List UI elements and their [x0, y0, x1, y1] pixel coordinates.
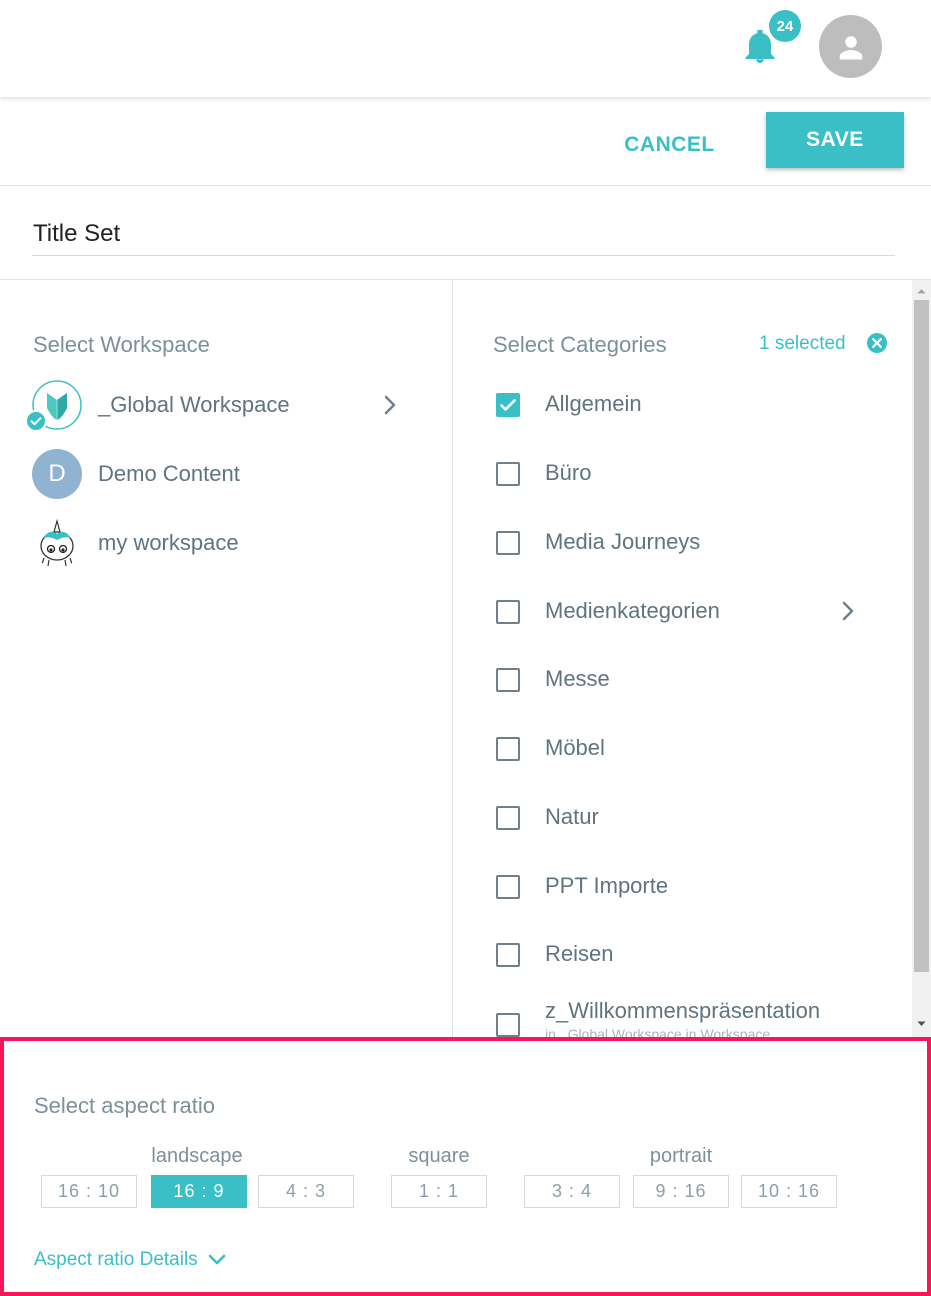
user-avatar[interactable]: [819, 15, 882, 78]
chevron-right-icon[interactable]: [380, 393, 400, 417]
checkbox[interactable]: [496, 531, 520, 555]
workspace-label: my workspace: [98, 530, 239, 555]
category-item[interactable]: Allgemein: [494, 388, 874, 428]
checkbox[interactable]: [496, 668, 520, 692]
selected-count: 1 selected: [759, 333, 846, 354]
workspace-panel: Select Workspace _Global Workspace D Dem…: [0, 280, 453, 1037]
workspace-heading: Select Workspace: [33, 332, 210, 357]
portrait-group-label: portrait: [649, 1145, 713, 1167]
title-section: [0, 186, 931, 280]
cancel-button[interactable]: CANCEL: [612, 125, 727, 165]
category-item[interactable]: Reisen: [494, 938, 874, 978]
notification-badge[interactable]: 24: [769, 10, 801, 42]
ratio-button-4-3[interactable]: 4 : 3: [258, 1175, 354, 1208]
square-group-label: square: [408, 1145, 470, 1167]
checkbox[interactable]: [496, 737, 520, 761]
category-item[interactable]: Natur: [494, 801, 874, 841]
workspace-item-global[interactable]: _Global Workspace: [25, 380, 412, 432]
chevron-down-icon[interactable]: [208, 1252, 226, 1268]
ratio-button-1-1[interactable]: 1 : 1: [391, 1175, 487, 1208]
checkbox[interactable]: [496, 1013, 520, 1037]
category-item[interactable]: Medienkategorien: [494, 595, 874, 635]
category-label: Möbel: [545, 735, 605, 760]
category-label: Medienkategorien: [545, 598, 720, 623]
workspace-item-my[interactable]: my workspace: [32, 518, 412, 570]
category-label: Büro: [545, 460, 592, 485]
checkmark-icon: [500, 399, 516, 411]
scrollbar[interactable]: [912, 280, 931, 1037]
scroll-down-arrow-icon[interactable]: [912, 1017, 931, 1031]
bell-icon[interactable]: [745, 30, 775, 64]
checkbox[interactable]: [496, 462, 520, 486]
workspace-letter-avatar: D: [32, 449, 82, 499]
workspace-label: _Global Workspace: [98, 392, 290, 417]
ratio-button-16-9[interactable]: 16 : 9: [151, 1175, 247, 1208]
checkbox[interactable]: [496, 943, 520, 967]
aspect-ratio-panel: Select aspect ratio landscape square por…: [0, 1037, 931, 1296]
aspect-ratio-heading: Select aspect ratio: [34, 1093, 215, 1118]
category-label: Natur: [545, 804, 599, 829]
category-heading: Select Categories: [493, 332, 667, 357]
category-item[interactable]: Media Journeys: [494, 526, 874, 566]
category-label: Allgemein: [545, 391, 642, 416]
title-input[interactable]: [32, 212, 895, 256]
category-item[interactable]: Büro: [494, 457, 874, 497]
checkbox[interactable]: [496, 806, 520, 830]
top-bar: 24: [0, 0, 931, 97]
save-button[interactable]: SAVE: [766, 112, 904, 168]
category-item[interactable]: z_Willkommenspräsentation in _Global Wor…: [494, 995, 874, 1037]
action-bar: CANCEL SAVE: [0, 97, 931, 186]
landscape-group-label: landscape: [151, 1145, 243, 1167]
checkbox[interactable]: [496, 875, 520, 899]
category-label: PPT Importe: [545, 873, 669, 898]
category-label: z_Willkommenspräsentation: [545, 998, 821, 1023]
aspect-ratio-details-link[interactable]: Aspect ratio Details: [34, 1249, 198, 1271]
ratio-button-3-4[interactable]: 3 : 4: [524, 1175, 620, 1208]
person-icon: [839, 35, 862, 59]
unicorn-icon: [40, 518, 74, 567]
category-label: Media Journeys: [545, 529, 701, 554]
category-sublabel: in _Global Workspace in Workspace: [545, 1026, 771, 1037]
workspace-item-demo[interactable]: D Demo Content: [32, 449, 412, 501]
category-panel: Select Categories 1 selected Allgemein B…: [454, 280, 931, 1037]
verified-check-icon: [25, 410, 47, 432]
category-label: Reisen: [545, 941, 614, 966]
checkbox[interactable]: [496, 393, 520, 417]
scroll-up-arrow-icon[interactable]: [912, 284, 931, 298]
chevron-right-icon[interactable]: [838, 599, 858, 623]
checkbox[interactable]: [496, 600, 520, 624]
scroll-thumb[interactable]: [914, 300, 929, 972]
category-item[interactable]: Messe: [494, 663, 874, 703]
ratio-button-10-16[interactable]: 10 : 16: [741, 1175, 837, 1208]
ratio-button-16-10[interactable]: 16 : 10: [41, 1175, 137, 1208]
clear-selection-icon[interactable]: [866, 332, 888, 354]
category-item[interactable]: PPT Importe: [494, 870, 874, 910]
workspace-label: Demo Content: [98, 461, 240, 486]
category-item[interactable]: Möbel: [494, 732, 874, 772]
ratio-button-9-16[interactable]: 9 : 16: [633, 1175, 729, 1208]
category-label: Messe: [545, 666, 610, 691]
